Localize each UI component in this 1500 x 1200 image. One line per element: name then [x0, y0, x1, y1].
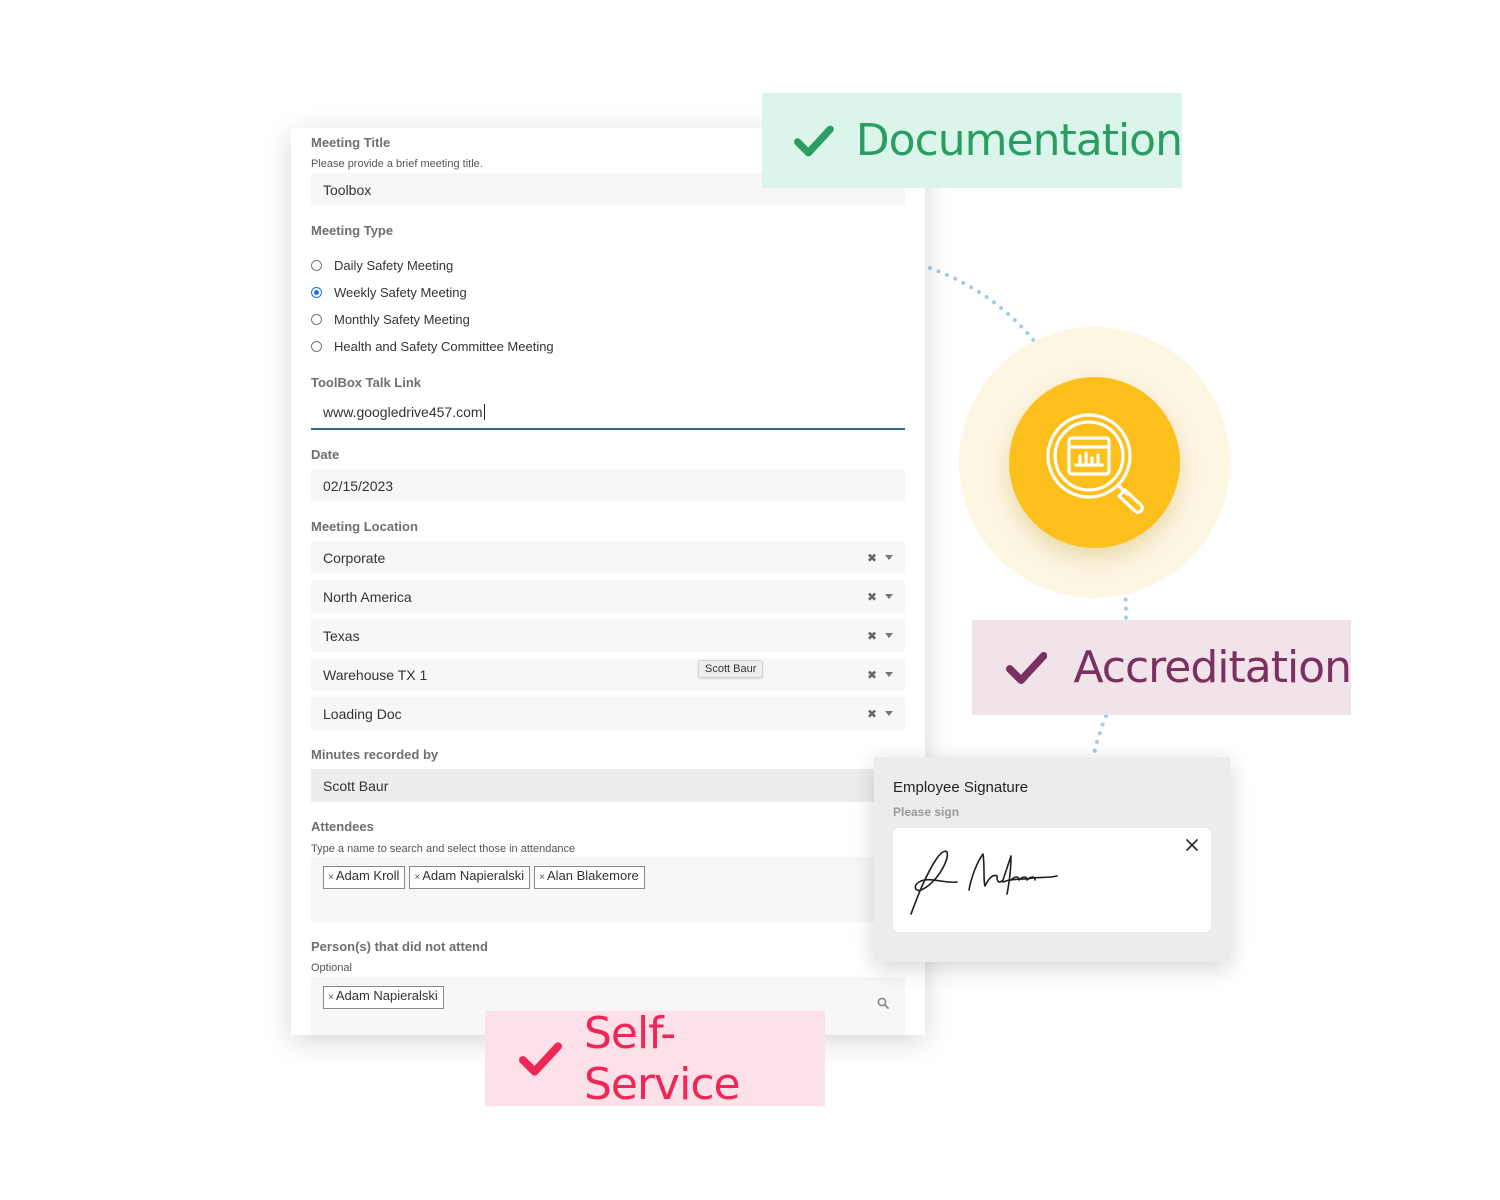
radio-label: Health and Safety Committee Meeting: [334, 339, 554, 354]
date-label: Date: [311, 447, 340, 462]
toolbox-link-value: www.googledrive457.com: [323, 404, 483, 420]
remove-tag-icon[interactable]: ×: [539, 872, 545, 883]
badge-label: Accreditation: [1073, 642, 1352, 693]
badge-documentation: Documentation: [762, 93, 1183, 188]
clear-icon[interactable]: ✖: [867, 590, 877, 604]
chevron-down-icon[interactable]: [885, 594, 893, 599]
remove-tag-icon[interactable]: ×: [328, 992, 334, 1003]
date-value: 02/15/2023: [323, 477, 394, 494]
toolbox-link-label: ToolBox Talk Link: [311, 375, 422, 390]
chevron-down-icon[interactable]: [885, 555, 893, 560]
radio-button[interactable]: [311, 314, 322, 325]
text-caret: [483, 404, 485, 420]
meeting-title-value: Toolbox: [323, 181, 372, 198]
chevron-down-icon[interactable]: [885, 672, 893, 677]
attendee-tag: × Alan Blakemore: [534, 866, 645, 889]
remove-tag-icon[interactable]: ×: [328, 872, 334, 883]
search-icon[interactable]: [877, 997, 889, 1009]
radio-health-safety-committee-meeting[interactable]: Health and Safety Committee Meeting: [311, 339, 554, 354]
clear-icon[interactable]: ✖: [867, 629, 877, 643]
location-value: Warehouse TX 1: [323, 666, 428, 683]
badge-label: Self-Service: [583, 1007, 741, 1110]
not-attended-label: Person(s) that did not attend: [311, 939, 488, 954]
location-select-area[interactable]: Loading Doc ✖: [311, 697, 905, 730]
signature-pad[interactable]: [893, 828, 1211, 932]
radio-monthly-safety-meeting[interactable]: Monthly Safety Meeting: [311, 312, 470, 327]
location-select-region[interactable]: North America ✖: [311, 580, 905, 613]
check-icon: [794, 125, 834, 156]
minutes-recorded-label: Minutes recorded by: [311, 747, 439, 762]
hover-tooltip: Scott Baur: [698, 660, 764, 678]
signature-card: Employee Signature Please sign: [874, 757, 1230, 962]
location-select-state[interactable]: Texas ✖: [311, 619, 905, 652]
meeting-type-label: Meeting Type: [311, 223, 394, 238]
attendees-multiselect[interactable]: × Adam Kroll × Adam Napieralski × Alan Blakem…: [311, 857, 905, 922]
check-icon: [1006, 651, 1048, 684]
attendee-tag: × Adam Kroll: [323, 866, 406, 889]
date-input[interactable]: 02/15/2023: [311, 469, 905, 502]
radio-daily-safety-meeting[interactable]: Daily Safety Meeting: [311, 258, 453, 273]
signature-drawing: [910, 850, 1058, 915]
chevron-down-icon[interactable]: [885, 633, 893, 638]
meeting-title-label: Meeting Title: [311, 135, 391, 150]
location-value: Texas: [323, 627, 360, 644]
radio-button-selected[interactable]: [311, 287, 322, 298]
attendee-tag: × Adam Napieralski: [409, 866, 531, 889]
not-attended-help: Optional: [311, 962, 352, 974]
attendees-label: Attendees: [311, 819, 374, 834]
location-value: North America: [323, 588, 412, 605]
badge-accreditation: Accreditation: [972, 620, 1352, 715]
location-select-site[interactable]: Warehouse TX 1 ✖: [311, 658, 905, 691]
clear-icon[interactable]: ✖: [867, 668, 877, 682]
chevron-down-icon[interactable]: [885, 711, 893, 716]
badge-self-service: Self-Service: [485, 1008, 825, 1110]
location-select-corporate[interactable]: Corporate ✖: [311, 541, 905, 574]
toolbox-link-input[interactable]: www.googledrive457.com: [311, 396, 905, 430]
remove-tag-icon[interactable]: ×: [414, 872, 420, 883]
clear-icon[interactable]: ✖: [867, 551, 877, 565]
radio-button[interactable]: [311, 260, 322, 271]
signature-subtitle: Please sign: [893, 805, 960, 819]
radio-label: Monthly Safety Meeting: [334, 312, 470, 327]
radio-label: Daily Safety Meeting: [334, 258, 454, 273]
check-icon: [519, 1041, 562, 1076]
meeting-form: Meeting Title Please provide a brief mee…: [291, 128, 925, 1035]
radio-label: Weekly Safety Meeting: [334, 285, 467, 300]
minutes-recorded-select[interactable]: Scott Baur: [311, 769, 905, 802]
radio-button[interactable]: [311, 341, 322, 352]
badge-label: Documentation: [855, 115, 1183, 166]
radio-weekly-safety-meeting[interactable]: Weekly Safety Meeting: [311, 285, 467, 300]
absentee-tag: × Adam Napieralski: [323, 986, 444, 1009]
magnifier-disc: [1009, 377, 1180, 548]
signature-title: Employee Signature: [893, 779, 1029, 796]
magnifier-chart-icon: [1046, 413, 1144, 514]
clear-icon[interactable]: ✖: [867, 707, 877, 721]
minutes-recorded-value: Scott Baur: [323, 777, 389, 794]
meeting-location-label: Meeting Location: [311, 519, 418, 534]
meeting-title-help: Please provide a brief meeting title.: [311, 158, 483, 170]
attendees-help: Type a name to search and select those i…: [311, 843, 576, 855]
location-value: Loading Doc: [323, 705, 402, 722]
location-value: Corporate: [323, 549, 386, 566]
